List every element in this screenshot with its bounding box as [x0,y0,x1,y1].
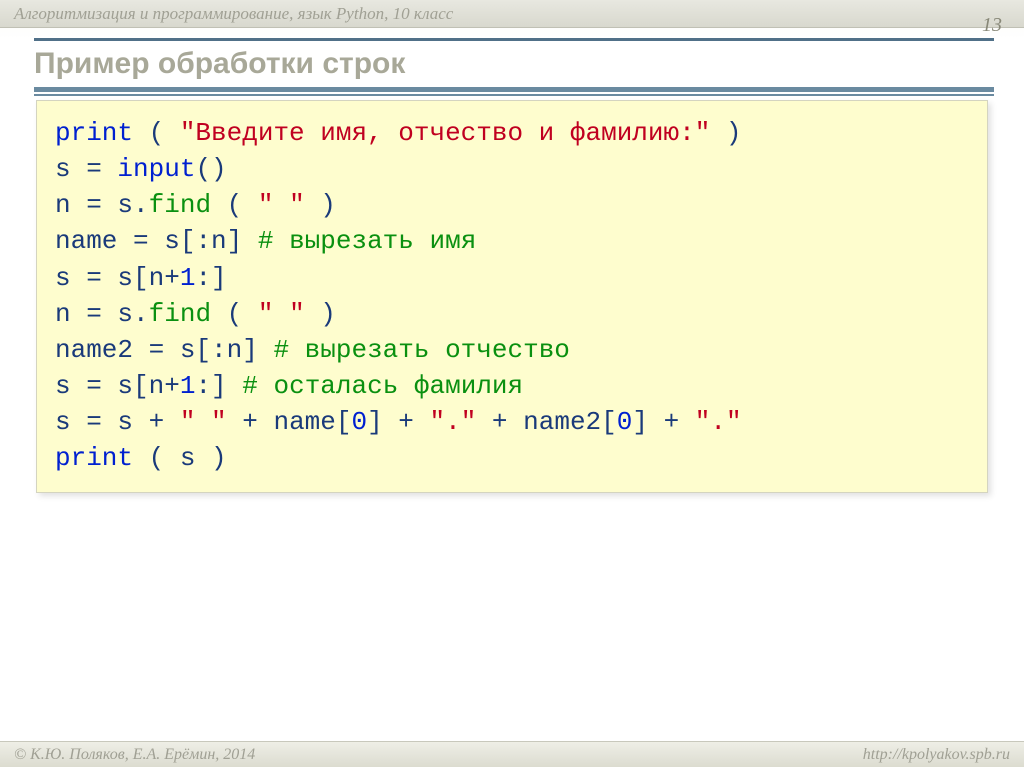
title-underline-thick [34,87,994,92]
code-line-7: name2 = s[:n] # вырезать отчество [55,332,969,368]
code-block: print ( "Введите имя, отчество и фамилию… [36,100,988,493]
slide: Алгоритмизация и программирование, язык … [0,0,1024,767]
code-line-6: n = s.find ( " " ) [55,296,969,332]
code-line-1: print ( "Введите имя, отчество и фамилию… [55,115,969,151]
title-underline-thin [34,94,994,96]
footer-url: http://kpolyakov.spb.ru [863,746,1010,764]
code-line-3: n = s.find ( " " ) [55,187,969,223]
page-number: 13 [982,14,1002,37]
footer-copyright: © К.Ю. Поляков, Е.А. Ерёмин, 2014 [14,746,255,764]
code-line-2: s = input() [55,151,969,187]
slide-title: Пример обработки строк [34,43,994,87]
code-line-5: s = s[n+1:] [55,260,969,296]
code-line-4: name = s[:n] # вырезать имя [55,223,969,259]
code-line-9: s = s + " " + name[0] + "." + name2[0] +… [55,404,969,440]
code-line-10: print ( s ) [55,440,969,476]
header-bar: Алгоритмизация и программирование, язык … [0,0,1024,28]
title-area: Пример обработки строк [34,38,994,96]
header-text: Алгоритмизация и программирование, язык … [14,4,453,24]
footer-bar: © К.Ю. Поляков, Е.А. Ерёмин, 2014 http:/… [0,741,1024,767]
title-top-rule [34,38,994,41]
code-line-8: s = s[n+1:] # осталась фамилия [55,368,969,404]
